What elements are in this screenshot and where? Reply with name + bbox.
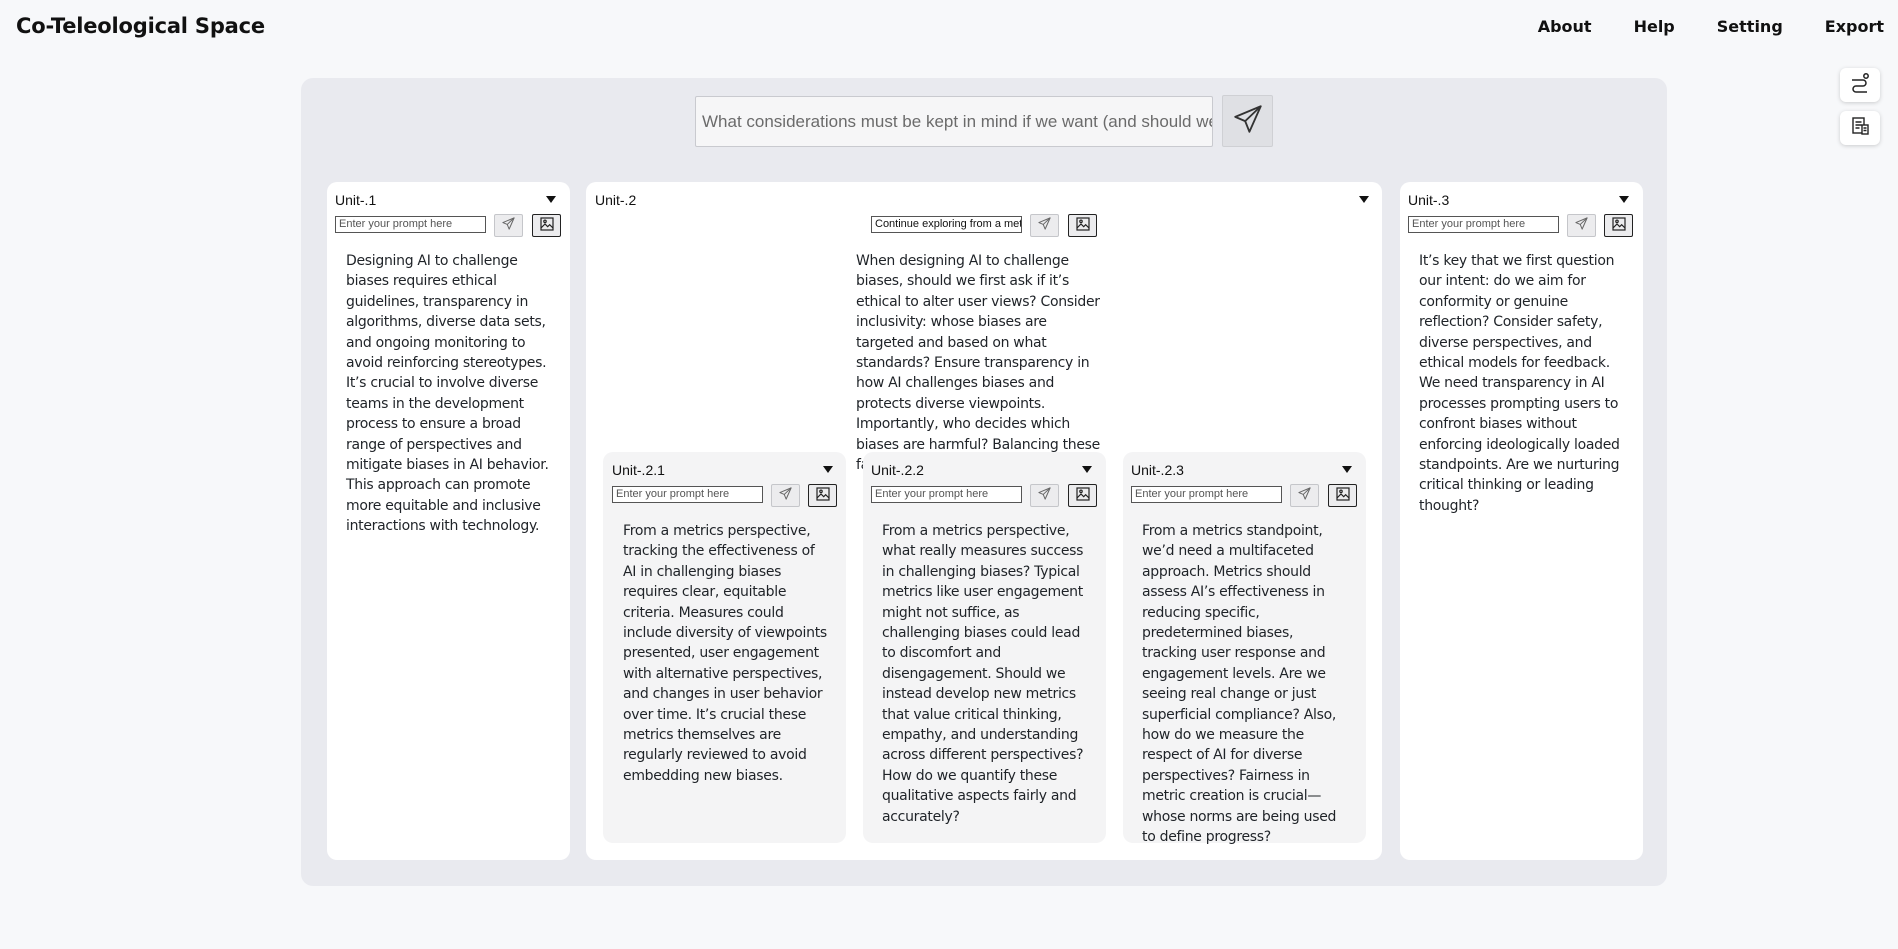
unit-image-button[interactable]: [1068, 214, 1097, 237]
route-icon: [1849, 72, 1871, 98]
unit-image-button[interactable]: [532, 214, 561, 237]
collapse-toggle[interactable]: [1082, 466, 1092, 473]
unit-prompt-input[interactable]: Continue exploring from a metrics perspe…: [871, 216, 1022, 233]
document-list-icon: [1849, 115, 1871, 141]
send-icon: [1231, 102, 1265, 140]
unit-prompt-input[interactable]: Enter your prompt here: [1131, 486, 1282, 503]
unit-send-button[interactable]: [494, 214, 523, 237]
send-icon: [1037, 486, 1052, 505]
unit-title: Unit-.2.2: [871, 462, 924, 478]
send-icon: [1297, 486, 1312, 505]
top-bar: Co-Teleological Space About Help Setting…: [0, 0, 1898, 56]
unit-prompt-input[interactable]: Enter your prompt here: [612, 486, 763, 503]
image-icon: [539, 216, 555, 236]
top-nav: About Help Setting Export: [1538, 17, 1898, 36]
collapse-toggle[interactable]: [546, 196, 556, 203]
unit-image-button[interactable]: [808, 484, 837, 507]
image-icon: [815, 486, 831, 506]
unit-response-text: When designing AI to challenge biases, s…: [856, 253, 1100, 473]
unit-image-button[interactable]: [1604, 214, 1633, 237]
collapse-toggle[interactable]: [1359, 196, 1369, 203]
image-icon: [1335, 486, 1351, 506]
send-icon: [778, 486, 793, 505]
unit-response-text: From a metrics standpoint, we’d need a m…: [1142, 523, 1337, 846]
nav-about[interactable]: About: [1538, 17, 1592, 36]
nav-setting[interactable]: Setting: [1717, 17, 1783, 36]
unit-send-button[interactable]: [1290, 484, 1319, 507]
unit-send-button[interactable]: [1030, 214, 1059, 237]
app-title: Co-Teleological Space: [16, 14, 265, 38]
unit-title: Unit-.3: [1408, 192, 1450, 208]
unit-send-button[interactable]: [771, 484, 800, 507]
unit-response-text: From a metrics perspective, what really …: [882, 523, 1084, 825]
unit-prompt-input[interactable]: Enter your prompt here: [335, 216, 486, 233]
route-tool-button[interactable]: [1840, 68, 1880, 102]
unit-title: Unit-.2.1: [612, 462, 665, 478]
image-icon: [1075, 486, 1091, 506]
unit-prompt-input[interactable]: Enter your prompt here: [1408, 216, 1559, 233]
unit-image-button[interactable]: [1068, 484, 1097, 507]
unit-title: Unit-.2.3: [1131, 462, 1184, 478]
image-icon: [1075, 216, 1091, 236]
send-icon: [1574, 216, 1589, 235]
collapse-toggle[interactable]: [1619, 196, 1629, 203]
unit-prompt-input[interactable]: Enter your prompt here: [871, 486, 1022, 503]
unit-response-text: It’s key that we first question our inte…: [1419, 253, 1620, 514]
send-icon: [1037, 216, 1052, 235]
collapse-toggle[interactable]: [1342, 466, 1352, 473]
image-icon: [1611, 216, 1627, 236]
unit-title: Unit-.2: [595, 192, 637, 208]
main-send-button[interactable]: [1222, 95, 1273, 147]
unit-title: Unit-.1: [335, 192, 377, 208]
unit-image-button[interactable]: [1328, 484, 1357, 507]
unit-send-button[interactable]: [1567, 214, 1596, 237]
unit-response-text: From a metrics perspective, tracking the…: [623, 523, 827, 784]
collapse-toggle[interactable]: [823, 466, 833, 473]
nav-help[interactable]: Help: [1634, 17, 1675, 36]
unit-send-button[interactable]: [1030, 484, 1059, 507]
unit-response-text: Designing AI to challenge biases require…: [346, 253, 549, 535]
main-prompt-input[interactable]: What considerations must be kept in mind…: [695, 96, 1213, 147]
send-icon: [501, 216, 516, 235]
notes-tool-button[interactable]: [1840, 111, 1880, 145]
nav-export[interactable]: Export: [1825, 17, 1884, 36]
